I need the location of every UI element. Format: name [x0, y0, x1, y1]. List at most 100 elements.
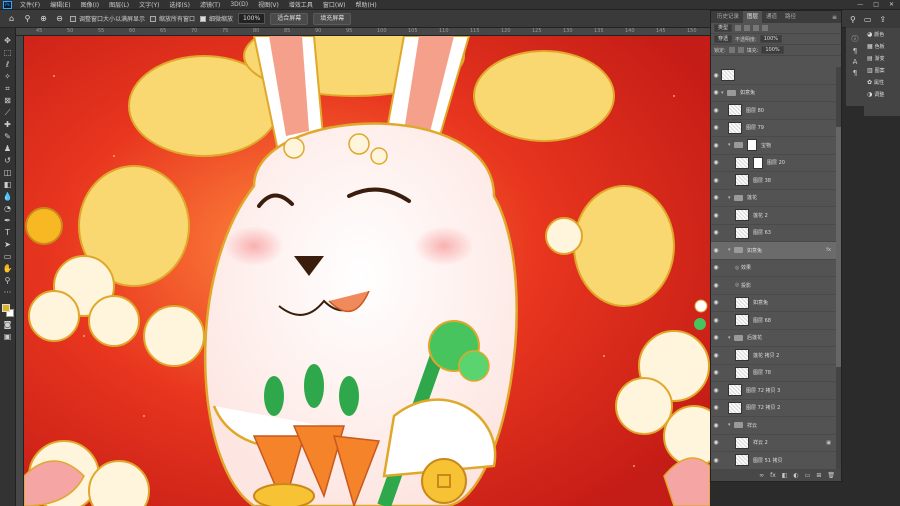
close-button[interactable]: ✕	[889, 1, 894, 8]
tab-channels[interactable]: 通道	[762, 11, 781, 23]
add-mask-icon[interactable]: ◧	[782, 472, 788, 479]
frame-tool-icon[interactable]: ⊠	[2, 96, 14, 106]
search-icon[interactable]: ⚲	[850, 15, 856, 24]
stamp-tool-icon[interactable]: ♟	[2, 144, 14, 154]
character-icon[interactable]: A	[853, 58, 858, 66]
visibility-eye-icon[interactable]: ◉	[711, 124, 721, 131]
layer-thumbnail[interactable]	[735, 209, 749, 222]
menu-3d[interactable]: 3D(D)	[225, 1, 253, 8]
blend-mode-select[interactable]: 穿透	[714, 35, 733, 43]
menu-layer[interactable]: 图层(L)	[104, 0, 134, 9]
layer-thumbnail[interactable]	[721, 69, 735, 82]
layer-thumbnail[interactable]	[728, 384, 742, 397]
layer-group-row[interactable]: ◉ ▾ 如意兔	[711, 85, 837, 102]
filter-adjust-icon[interactable]	[744, 25, 751, 31]
quick-mask-icon[interactable]: ◙	[2, 320, 14, 330]
scrollbar-thumb[interactable]	[836, 127, 841, 367]
more-tools-icon[interactable]: ···	[2, 288, 14, 298]
visibility-eye-icon[interactable]: ◉	[711, 317, 721, 324]
visibility-eye-icon[interactable]: ◉	[711, 247, 721, 254]
fill-screen-button[interactable]: 填充屏幕	[313, 12, 352, 25]
crop-tool-icon[interactable]: ⌗	[2, 84, 14, 94]
menu-file[interactable]: 文件(F)	[15, 0, 45, 9]
panel-shortcut-2[interactable]: ▤ 渐变	[864, 52, 900, 64]
visibility-eye-icon[interactable]: ◉	[711, 194, 721, 201]
history-brush-icon[interactable]: ↺	[2, 156, 14, 166]
layer-mask-thumbnail[interactable]	[747, 139, 757, 152]
layer-thumbnail[interactable]	[735, 226, 749, 239]
link-layers-icon[interactable]: ∞	[759, 472, 764, 479]
visibility-eye-icon[interactable]: ◉	[711, 352, 721, 359]
visibility-eye-icon[interactable]: ◉	[711, 457, 721, 464]
layer-group-row[interactable]: ◉ ▾ 如意兔 fx	[711, 242, 837, 260]
magic-wand-tool-icon[interactable]: ✧	[2, 72, 14, 82]
layer-list-scrollbar[interactable]	[836, 67, 841, 471]
panel-menu-icon[interactable]: ≡	[832, 14, 841, 21]
layer-row[interactable]: ◉ 图层 63	[711, 225, 837, 242]
layer-thumbnail[interactable]	[728, 401, 742, 414]
layer-row[interactable]: ◉ 图层 72 拷贝 2	[711, 400, 837, 417]
move-tool-icon[interactable]: ✥	[2, 36, 14, 46]
menu-plugins[interactable]: 增效工具	[284, 0, 318, 9]
layer-group-row[interactable]: ◉ ▾ 宝物	[711, 137, 837, 155]
visibility-eye-icon[interactable]: ◉	[711, 404, 721, 411]
layer-row[interactable]: ◉ 图层 20	[711, 155, 837, 172]
layer-thumbnail[interactable]	[735, 174, 749, 187]
layer-thumbnail[interactable]	[735, 156, 749, 169]
visibility-eye-icon[interactable]: ◉	[711, 299, 721, 306]
eraser-tool-icon[interactable]: ◫	[2, 168, 14, 178]
layer-row[interactable]: ◉ 图层 72 拷贝 3	[711, 382, 837, 400]
lasso-tool-icon[interactable]: ℓ	[2, 60, 14, 70]
menu-help[interactable]: 帮助(H)	[351, 0, 382, 9]
foreground-color[interactable]	[1, 304, 10, 312]
adjustment-layer-icon[interactable]: ◐	[793, 472, 798, 479]
layer-thumbnail[interactable]	[735, 296, 749, 309]
zoom-tool-icon[interactable]: ⚲	[22, 13, 33, 24]
visibility-eye-icon[interactable]: ◉	[711, 72, 721, 79]
tab-layers[interactable]: 图层	[743, 11, 763, 23]
layer-row[interactable]: ◉ 图层 51 拷贝	[711, 452, 837, 470]
zoom-value-field[interactable]: 100%	[238, 13, 266, 24]
layer-group-row[interactable]: ◉ ▾ 莲花	[711, 190, 837, 207]
zoom-tool-icon[interactable]: ⚲	[2, 276, 14, 286]
new-group-icon[interactable]: ▭	[805, 472, 811, 479]
visibility-eye-icon[interactable]: ◉	[711, 229, 721, 236]
menu-type[interactable]: 文字(Y)	[134, 0, 164, 9]
layer-row[interactable]: ◉	[711, 67, 837, 85]
healing-tool-icon[interactable]: ✚	[2, 120, 14, 130]
lock-pixels-icon[interactable]	[728, 47, 735, 53]
resize-windows-checkbox[interactable]: 调整窗口大小以满屏显示	[70, 14, 145, 23]
scrubby-zoom-checkbox[interactable]: 细微缩放	[200, 14, 233, 23]
info-icon[interactable]: ⓘ	[852, 34, 859, 44]
panel-shortcut-4[interactable]: ✿ 属性	[864, 76, 900, 88]
layer-row[interactable]: ◉ 图层 80	[711, 102, 837, 120]
menu-filter[interactable]: 滤镜(T)	[195, 0, 225, 9]
panel-shortcut-0[interactable]: ◕ 颜色	[864, 28, 900, 40]
layer-thumbnail[interactable]	[735, 436, 749, 449]
pen-tool-icon[interactable]: ✒	[2, 216, 14, 226]
filter-shape-icon[interactable]	[762, 25, 769, 31]
opacity-field[interactable]: 100%	[759, 35, 782, 43]
layer-thumbnail[interactable]	[735, 314, 749, 327]
visibility-eye-icon[interactable]: ◉	[711, 439, 721, 446]
layer-row[interactable]: ◉ 莲花 拷贝 2	[711, 347, 837, 365]
layer-row[interactable]: ◉ 图层 68	[711, 312, 837, 330]
filter-pixel-icon[interactable]	[735, 25, 742, 31]
gradient-tool-icon[interactable]: ◧	[2, 180, 14, 190]
visibility-eye-icon[interactable]: ◉	[711, 282, 721, 289]
share-icon[interactable]: ⇪	[879, 15, 886, 24]
visibility-eye-icon[interactable]: ◉	[711, 369, 721, 376]
layer-mask-thumbnail[interactable]	[753, 156, 763, 169]
new-layer-icon[interactable]: ⊞	[816, 472, 821, 479]
menu-view[interactable]: 视图(V)	[253, 0, 284, 9]
layer-thumbnail[interactable]	[728, 121, 742, 134]
lock-position-icon[interactable]	[737, 47, 744, 53]
layer-thumbnail[interactable]	[728, 104, 742, 117]
delete-layer-icon[interactable]: 🗑	[827, 472, 835, 479]
layer-row[interactable]: ◉ 图层 79	[711, 120, 837, 137]
maximize-button[interactable]: □	[873, 1, 879, 8]
layer-group-row[interactable]: ◉ ▾ 祥云	[711, 417, 837, 435]
visibility-eye-icon[interactable]: ◉	[711, 142, 721, 149]
panel-shortcut-1[interactable]: ▦ 色板	[864, 40, 900, 52]
rectangle-tool-icon[interactable]: ▭	[2, 252, 14, 262]
